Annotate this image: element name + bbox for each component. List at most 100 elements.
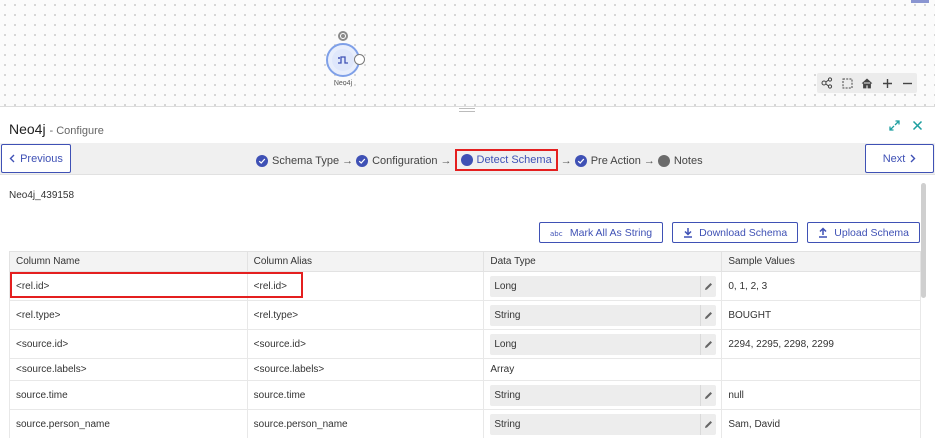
- table-row: <source.id> <source.id> Long 2294, 2295,…: [9, 329, 921, 359]
- mark-all-as-string-button[interactable]: abc Mark All As String: [538, 222, 664, 243]
- step-label: Detect Schema: [476, 154, 552, 166]
- column-alias-cell[interactable]: source.time: [246, 380, 485, 410]
- data-type-select[interactable]: String: [490, 304, 717, 326]
- active-step-dot-icon: [460, 154, 473, 166]
- canvas-toolbar: [817, 73, 917, 93]
- data-type-select[interactable]: String: [490, 413, 717, 435]
- schema-actions: abc Mark All As String Download Schema U…: [538, 222, 920, 243]
- node-label: Neo4j: [333, 80, 353, 87]
- mark-all-label: Mark All As String: [569, 226, 653, 239]
- pencil-icon[interactable]: [700, 333, 716, 355]
- data-type-value: Long: [494, 280, 517, 292]
- data-type-value: Long: [494, 338, 517, 350]
- previous-button[interactable]: Previous: [1, 144, 71, 173]
- column-header[interactable]: Column Alias: [246, 251, 485, 272]
- step-notes[interactable]: Notes: [657, 155, 703, 167]
- column-header[interactable]: Sample Values: [721, 251, 921, 272]
- step-pre-action[interactable]: Pre Action: [574, 155, 641, 167]
- upload-icon: [819, 227, 828, 238]
- step-label: Schema Type: [272, 155, 340, 167]
- chevron-right-icon: [910, 154, 916, 163]
- download-label: Download Schema: [699, 226, 788, 239]
- column-header[interactable]: Column Name: [9, 251, 248, 272]
- data-type-select[interactable]: String: [490, 384, 717, 406]
- previous-label: Previous: [20, 152, 63, 165]
- sample-values-cell: [721, 358, 921, 381]
- panel-resize-handle[interactable]: [459, 108, 475, 112]
- column-name-cell: <source.labels>: [9, 358, 248, 381]
- workflow-canvas[interactable]: Neo4j: [0, 0, 935, 107]
- step-arrow: →: [643, 155, 655, 167]
- column-alias-cell[interactable]: <source.labels>: [246, 358, 485, 381]
- zoom-in-icon[interactable]: [877, 73, 897, 93]
- step-configuration[interactable]: Configuration: [356, 155, 438, 167]
- panel-title-text: Neo4j: [9, 121, 46, 137]
- next-button[interactable]: Next: [865, 144, 934, 173]
- canvas-corner-indicator: [911, 0, 929, 3]
- column-alias-cell[interactable]: <rel.type>: [246, 300, 485, 330]
- upload-label: Upload Schema: [834, 226, 909, 239]
- data-type-cell: String: [483, 409, 723, 438]
- column-alias-cell[interactable]: <source.id>: [246, 329, 485, 359]
- select-box-icon[interactable]: [837, 73, 857, 93]
- check-circle-icon: [256, 155, 268, 167]
- data-type-value: String: [494, 418, 521, 430]
- column-alias-cell[interactable]: source.person_name: [246, 409, 485, 438]
- step-arrow: →: [440, 155, 452, 167]
- step-label: Notes: [673, 155, 703, 167]
- pencil-icon[interactable]: [700, 304, 716, 326]
- record-name: Neo4j_439158: [9, 190, 75, 201]
- pencil-icon[interactable]: [700, 275, 716, 297]
- next-label: Next: [882, 152, 906, 165]
- data-type-cell: Long: [483, 271, 723, 301]
- upload-schema-button[interactable]: Upload Schema: [807, 222, 920, 243]
- node-output-port[interactable]: [354, 54, 365, 65]
- pending-step-dot-icon: [657, 155, 670, 167]
- sample-values-cell: 2294, 2295, 2298, 2299: [721, 329, 921, 359]
- table-header-row: Column Name Column Alias Data Type Sampl…: [9, 251, 921, 272]
- panel-title: Neo4j - Configure: [9, 121, 104, 137]
- neo4j-node-icon: [332, 49, 354, 71]
- vertical-scrollbar[interactable]: [921, 183, 926, 298]
- column-name-cell: <rel.type>: [9, 300, 248, 330]
- column-name-cell: source.time: [9, 380, 248, 410]
- data-type-select[interactable]: Long: [490, 333, 717, 355]
- chevron-left-icon: [9, 154, 15, 163]
- table-row: <rel.type> <rel.type> String BOUGHT: [9, 300, 921, 330]
- zoom-out-icon[interactable]: [897, 73, 917, 93]
- column-name-cell: <source.id>: [9, 329, 248, 359]
- download-schema-button[interactable]: Download Schema: [672, 222, 799, 243]
- node-status-icon: [338, 31, 348, 41]
- step-arrow: →: [342, 155, 354, 167]
- column-name-cell: source.person_name: [9, 409, 248, 438]
- panel-header-actions: [889, 120, 923, 134]
- svg-text:abc: abc: [550, 230, 563, 237]
- wizard-bar: Previous Schema Type → Configuration → D…: [0, 143, 935, 175]
- table-row: source.time source.time String null: [9, 380, 921, 410]
- step-detect-schema[interactable]: Detect Schema: [454, 149, 558, 171]
- step-schema-type[interactable]: Schema Type: [256, 155, 339, 167]
- data-type-cell: Array: [483, 358, 723, 381]
- data-type-cell: String: [483, 300, 723, 330]
- sample-values-cell: BOUGHT: [721, 300, 921, 330]
- text-abc-icon: abc: [550, 230, 563, 237]
- table-row: <rel.id> <rel.id> Long 0, 1, 2, 3: [9, 271, 921, 301]
- pencil-icon[interactable]: [700, 384, 716, 406]
- column-alias-cell[interactable]: <rel.id>: [246, 271, 485, 301]
- check-circle-icon: [356, 155, 369, 167]
- share-nodes-icon[interactable]: [817, 73, 837, 93]
- column-name-cell: <rel.id>: [9, 271, 248, 301]
- column-header[interactable]: Data Type: [483, 251, 723, 272]
- home-icon[interactable]: [857, 73, 877, 93]
- panel-subtitle: - Configure: [49, 125, 104, 137]
- wizard-steps: Schema Type → Configuration → Detect Sch…: [256, 149, 703, 171]
- close-icon[interactable]: [912, 120, 923, 134]
- data-type-select[interactable]: Long: [490, 275, 717, 297]
- check-circle-icon: [574, 155, 587, 167]
- data-type-value: String: [494, 309, 521, 321]
- pencil-icon[interactable]: [700, 413, 716, 435]
- expand-icon[interactable]: [889, 120, 900, 134]
- step-arrow: →: [560, 155, 572, 167]
- data-type-cell: Long: [483, 329, 723, 359]
- table-row: source.person_name source.person_name St…: [9, 409, 921, 438]
